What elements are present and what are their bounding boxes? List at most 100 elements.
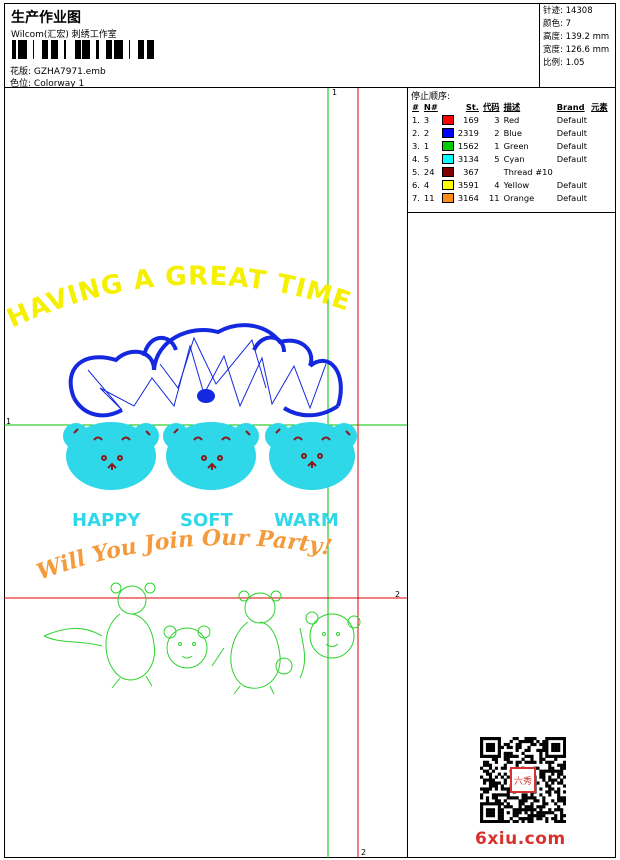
row-code: 1 [494, 140, 500, 151]
col-index: # [412, 101, 419, 112]
row-needle: 1 [423, 140, 430, 151]
row-needle: 3 [423, 114, 430, 125]
row-needle: 24 [423, 166, 435, 177]
row-element [589, 178, 610, 191]
row-code: 11 [489, 192, 500, 203]
row-brand: Default [556, 153, 588, 164]
row-index: 2. [412, 127, 420, 138]
row-code [481, 165, 502, 178]
color-row: 3. 1 1562 1 Green Default [410, 139, 610, 152]
site-logo: 6xiu.com [475, 829, 566, 849]
col-stitches: St. [465, 101, 479, 112]
bottom-arc-text: Will You Join Our Party! [33, 525, 334, 585]
row-swatch [440, 139, 456, 152]
guide-label-v2: 2 [361, 848, 366, 857]
row-index: 1. [412, 114, 420, 125]
color-swatch [441, 140, 454, 151]
row-swatch [440, 113, 456, 126]
color-row: 6. 4 3591 4 Yellow Default [410, 178, 610, 191]
seal-text: 六秀 [514, 775, 532, 787]
row-code: 5 [494, 153, 500, 164]
stat-colors: 颜色: 7 [543, 19, 571, 29]
cyan-bear-left [63, 422, 159, 490]
row-stitches: 169 [463, 114, 479, 125]
color-swatch [441, 166, 454, 177]
row-code: 3 [494, 114, 500, 125]
design-canvas: 1 1 2 2 HAVING A GREAT TIME HAPPY SOFT W… [4, 88, 407, 858]
green-bears-line-art [43, 582, 361, 695]
barcode [12, 40, 154, 59]
color-row: 2. 2 2319 2 Blue Default [410, 126, 610, 139]
color-swatch [441, 192, 454, 203]
right-column-divider [407, 213, 408, 858]
row-element [589, 165, 610, 178]
color-row: 4. 5 3134 5 Cyan Default [410, 152, 610, 165]
row-element [589, 126, 610, 139]
color-row: 7. 11 3164 11 Orange Default [410, 191, 610, 204]
row-stitches: 3134 [457, 153, 479, 164]
word-happy: HAPPY [72, 510, 141, 531]
col-swatch [440, 100, 456, 113]
color-swatch [441, 127, 454, 138]
company-name: Wilcom(汇宏) 刺绣工作室 [11, 30, 117, 40]
row-stitches: 3591 [457, 179, 479, 190]
row-brand: Default [556, 140, 588, 151]
row-element [589, 113, 610, 126]
stat-stitches: 针迹: 14308 [543, 6, 593, 16]
row-index: 6. [412, 179, 420, 190]
top-arc-text: HAVING A GREAT TIME [4, 261, 355, 334]
guide-label-v1: 1 [332, 88, 337, 97]
row-index: 5. [412, 166, 420, 177]
color-swatch [441, 114, 454, 125]
col-element: 元素 [591, 101, 608, 112]
stats-panel: 针迹: 14308 颜色: 7 高度: 139.2 mm 宽度: 126.6 m… [539, 3, 616, 88]
row-stitches: 1562 [457, 140, 479, 151]
row-brand: Default [556, 192, 588, 203]
row-index: 3. [412, 140, 420, 151]
guide-label-h2: 2 [395, 590, 400, 599]
row-swatch [440, 191, 456, 204]
row-element [589, 191, 610, 204]
stat-scale: 比例: 1.05 [543, 58, 585, 68]
stop-sequence-panel: 停止顺序: # N# St. 代码 描述 Brand 元素 1. 3 169 3 Red… [407, 88, 616, 213]
row-needle: 11 [423, 192, 435, 203]
stat-height: 高度: 139.2 mm [543, 32, 610, 42]
color-table: # N# St. 代码 描述 Brand 元素 1. 3 169 3 Red Defaul… [410, 100, 610, 204]
row-swatch [440, 126, 456, 139]
row-desc: Yellow [503, 179, 530, 190]
row-needle: 5 [423, 153, 430, 164]
row-needle: 2 [423, 127, 430, 138]
row-swatch [440, 165, 456, 178]
row-desc: Thread #10 [503, 166, 553, 177]
header: 生产作业图 Wilcom(汇宏) 刺绣工作室 花版: GZHA7971.emb … [4, 3, 540, 89]
row-index: 7. [412, 192, 420, 203]
row-code: 4 [494, 179, 500, 190]
row-brand: Default [556, 114, 588, 125]
row-desc: Red [503, 114, 520, 125]
row-stitches: 3164 [457, 192, 479, 203]
row-desc: Green [503, 140, 529, 151]
row-swatch [440, 178, 456, 191]
color-row: 1. 3 169 3 Red Default [410, 113, 610, 126]
qr-code: 六秀 [480, 737, 566, 823]
row-desc: Orange [503, 192, 535, 203]
word-warm: WARM [274, 510, 339, 531]
row-needle: 4 [423, 179, 430, 190]
stat-width: 宽度: 126.6 mm [543, 45, 610, 55]
col-desc: 描述 [503, 101, 521, 112]
bear-nose [197, 389, 215, 403]
row-brand [555, 165, 589, 178]
row-desc: Blue [503, 127, 522, 138]
col-no: N# [423, 101, 438, 112]
row-desc: Cyan [503, 153, 525, 164]
guide-label-h1: 1 [6, 417, 11, 426]
color-swatch [441, 153, 454, 164]
color-row: 5. 24 367 Thread #10 [410, 165, 610, 178]
row-brand: Default [556, 127, 588, 138]
color-table-header: # N# St. 代码 描述 Brand 元素 [410, 100, 610, 113]
row-element [589, 152, 610, 165]
page-title: 生产作业图 [11, 10, 81, 26]
cyan-bear-middle [163, 422, 259, 490]
row-brand: Default [556, 179, 588, 190]
row-swatch [440, 152, 456, 165]
